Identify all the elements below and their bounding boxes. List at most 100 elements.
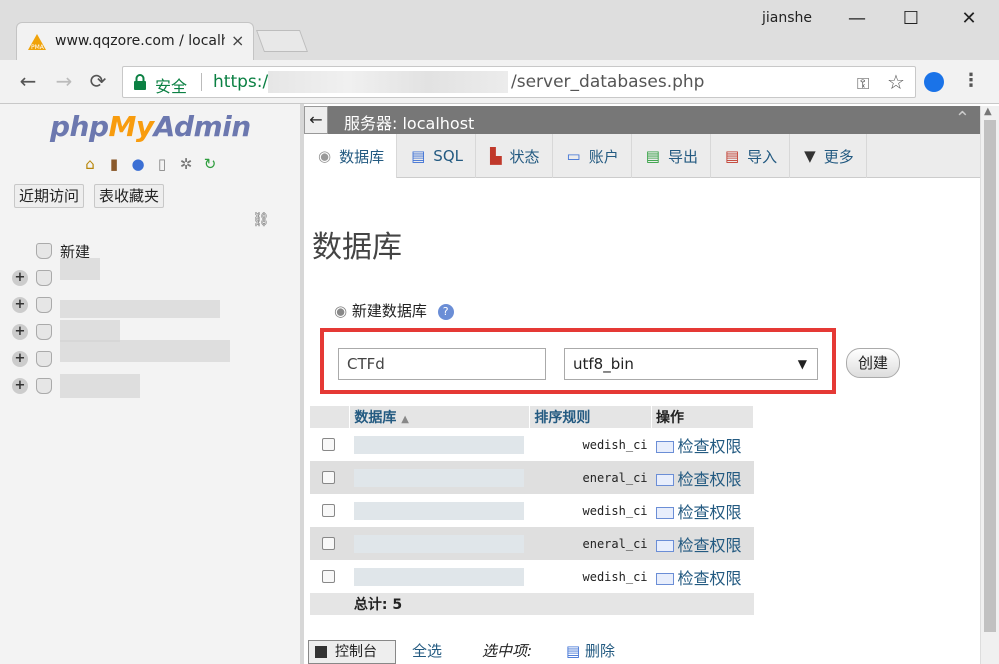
column-header-collation[interactable]: 排序规则	[529, 406, 653, 428]
row-checkbox[interactable]	[322, 537, 335, 550]
expand-icon[interactable]: +	[12, 297, 28, 313]
tab-import[interactable]: ▤ 导入	[711, 134, 791, 178]
minimize-button[interactable]: —	[834, 6, 880, 34]
help-icon[interactable]: ●	[128, 154, 148, 174]
row-checkbox[interactable]	[322, 438, 335, 451]
sort-asc-icon: ▲	[401, 414, 409, 425]
column-header-database[interactable]: 数据库 ▲	[349, 406, 531, 428]
exit-icon[interactable]: ▮	[104, 154, 124, 174]
with-selected-label: 选中项:	[482, 642, 533, 660]
console-button[interactable]: 控制台	[308, 640, 396, 664]
tab-export[interactable]: ▤ 导出	[632, 134, 711, 178]
help-icon[interactable]: ?	[437, 303, 454, 320]
database-icon	[36, 270, 52, 286]
export-icon: ▤	[645, 147, 660, 165]
key-icon[interactable]: ⚿	[857, 74, 869, 94]
privileges-icon	[655, 573, 674, 585]
expand-icon[interactable]: +	[12, 270, 28, 286]
browser-titlebar: PMA www.qqzore.com / localhost × jianshe…	[0, 0, 999, 60]
redacted-db-name[interactable]	[353, 501, 524, 520]
maximize-button[interactable]: ☐	[888, 6, 934, 34]
server-label[interactable]: 服务器: localhost	[344, 110, 474, 134]
tab-accounts[interactable]: ▭ 账户	[553, 134, 632, 178]
collation-value: utf8_bin	[573, 355, 634, 373]
favorites-button[interactable]: 表收藏夹	[94, 184, 165, 208]
collation-cell: eneral_ci	[582, 536, 648, 551]
database-tree: 新建 + + + + +	[12, 239, 292, 401]
docs-icon[interactable]: ▯	[152, 154, 172, 174]
close-window-button[interactable]: ✕	[946, 6, 992, 34]
row-checkbox[interactable]	[322, 504, 335, 517]
create-button[interactable]: 创建	[846, 348, 900, 378]
logo-admin: Admin	[153, 110, 252, 143]
row-checkbox[interactable]	[322, 570, 335, 583]
tab-databases[interactable]: ◉ 数据库	[304, 134, 398, 178]
pma-logo[interactable]: phpMyAdmin	[50, 110, 251, 143]
svg-text:PMA: PMA	[31, 44, 45, 51]
check-privileges-link[interactable]: 检查权限	[655, 470, 742, 489]
lock-icon	[134, 74, 146, 90]
check-privileges-link[interactable]: 检查权限	[655, 503, 742, 522]
logo-php: php	[50, 110, 109, 143]
collapse-top-icon[interactable]: ⌃	[955, 108, 970, 129]
url-path: /server_databases.php	[511, 72, 705, 92]
address-bar[interactable]: 安全 https:// /server_databases.php ⚿ ☆	[122, 66, 916, 98]
browser-tab[interactable]: PMA www.qqzore.com / localhost ×	[16, 22, 254, 60]
tree-item[interactable]: +	[12, 374, 292, 401]
expand-icon[interactable]: +	[12, 378, 28, 394]
page-title: 数据库	[312, 230, 402, 265]
settings-gear-icon[interactable]: ✲	[176, 154, 196, 174]
collapse-nav-icon[interactable]: ←	[304, 106, 328, 134]
tab-more[interactable]: ▼ 更多	[790, 134, 867, 178]
recent-button[interactable]: 近期访问	[14, 184, 85, 208]
redacted-db-name[interactable]	[353, 534, 524, 553]
redacted-db-name[interactable]	[353, 435, 524, 454]
row-checkbox[interactable]	[322, 471, 335, 484]
check-privileges-link[interactable]: 检查权限	[655, 536, 742, 555]
main-content: 数据库 ◉ 新建数据库 ? utf8_bin ▼ 创建 数据库 ▲ 排序规则 操…	[304, 178, 980, 664]
select-all-link[interactable]: 全选	[412, 640, 442, 661]
back-button[interactable]: ←	[14, 68, 42, 96]
databases-table: 数据库 ▲ 排序规则 操作 wedish_ci 检查权限 eneral_ci 检…	[310, 406, 754, 615]
link-chain-icon[interactable]: ⛓	[252, 212, 270, 228]
database-icon	[36, 378, 52, 394]
collation-select[interactable]: utf8_bin ▼	[564, 348, 818, 380]
expand-icon[interactable]: +	[12, 324, 28, 340]
reload-nav-icon[interactable]: ↻	[200, 154, 220, 174]
redacted-db-name[interactable]	[353, 468, 524, 487]
check-privileges-link[interactable]: 检查权限	[655, 437, 742, 456]
table-row: wedish_ci 检查权限	[310, 560, 754, 593]
pma-navigation-panel: phpMyAdmin ⌂ ▮ ● ▯ ✲ ↻ 近期访问 表收藏夹 ⛓ 新建 + …	[0, 104, 300, 664]
check-privileges-link[interactable]: 检查权限	[655, 569, 742, 588]
reload-button[interactable]: ⟳	[84, 68, 112, 96]
tab-close-icon[interactable]: ×	[231, 31, 244, 50]
home-icon[interactable]: ⌂	[80, 154, 100, 174]
privileges-icon	[655, 474, 674, 486]
delete-link[interactable]: ▤ 删除	[566, 640, 615, 661]
forward-button[interactable]: →	[50, 68, 78, 96]
table-row: eneral_ci 检查权限	[310, 461, 754, 494]
tab-sql[interactable]: ▤ SQL	[397, 134, 476, 178]
profile-icon[interactable]	[924, 72, 944, 92]
database-icon	[36, 297, 52, 313]
expand-icon[interactable]: +	[12, 351, 28, 367]
scroll-up-icon[interactable]: ▲	[984, 106, 992, 117]
bookmark-star-icon[interactable]: ☆	[887, 70, 905, 94]
tree-item[interactable]: +	[12, 266, 292, 293]
redacted-db-name	[60, 340, 230, 362]
vertical-scrollbar[interactable]: ▲	[980, 106, 999, 664]
url-host-redacted	[268, 71, 508, 93]
privileges-icon	[655, 540, 674, 552]
tab-status[interactable]: ▙ 状态	[476, 134, 553, 178]
new-tab-button[interactable]	[255, 30, 309, 52]
scroll-thumb[interactable]	[984, 120, 996, 632]
database-name-input[interactable]	[338, 348, 546, 380]
browser-menu-icon[interactable]: ⋮	[962, 70, 980, 91]
redacted-db-name	[60, 320, 120, 342]
redacted-db-name	[60, 258, 100, 280]
redacted-db-name[interactable]	[353, 567, 524, 586]
tree-item-new[interactable]: 新建	[12, 239, 292, 266]
quick-icons: ⌂ ▮ ● ▯ ✲ ↻	[80, 154, 220, 174]
status-icon: ▙	[489, 147, 502, 165]
privileges-icon	[655, 441, 674, 453]
